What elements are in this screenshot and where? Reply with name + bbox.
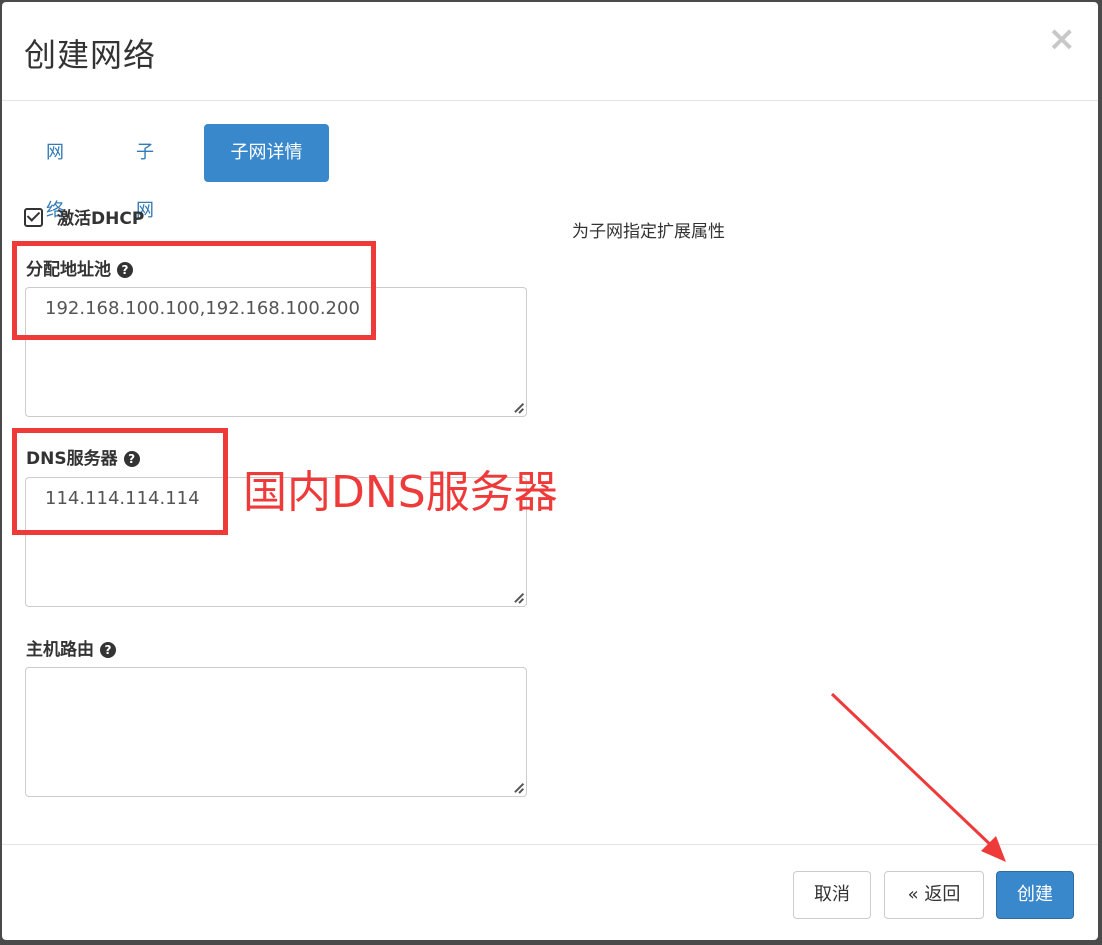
help-description: 为子网指定扩展属性 [572,222,725,242]
resize-grip-icon[interactable] [513,783,523,793]
host-routes-textarea[interactable] [25,667,527,797]
modal-header: 创建网络 × [2,2,1098,101]
question-circle-icon[interactable]: ? [100,642,116,658]
modal-footer: 取消 « 返回 创建 [2,844,1098,940]
enable-dhcp-row[interactable]: 激活DHCP [24,204,144,229]
close-icon[interactable]: × [1048,22,1077,56]
tab-subnet-details[interactable]: 子网详情 [204,124,329,182]
checkbox-checked-icon[interactable] [24,208,43,227]
annotation-highlight-box [12,428,228,535]
enable-dhcp-label: 激活DHCP [57,209,145,229]
cancel-button[interactable]: 取消 [793,871,871,919]
back-button[interactable]: « 返回 [884,871,984,919]
resize-grip-icon[interactable] [513,403,523,413]
tab-subnet[interactable]: 子网 [114,124,176,221]
annotation-highlight-box [12,241,376,340]
modal-title: 创建网络 [24,36,157,74]
tab-network[interactable]: 网络 [24,124,86,221]
annotation-text: 国内DNS服务器 [243,467,558,518]
create-button[interactable]: 创建 [996,871,1074,919]
host-routes-label-text: 主机路由 [26,640,94,660]
resize-grip-icon[interactable] [513,593,523,603]
host-routes-label: 主机路由? [26,635,116,660]
